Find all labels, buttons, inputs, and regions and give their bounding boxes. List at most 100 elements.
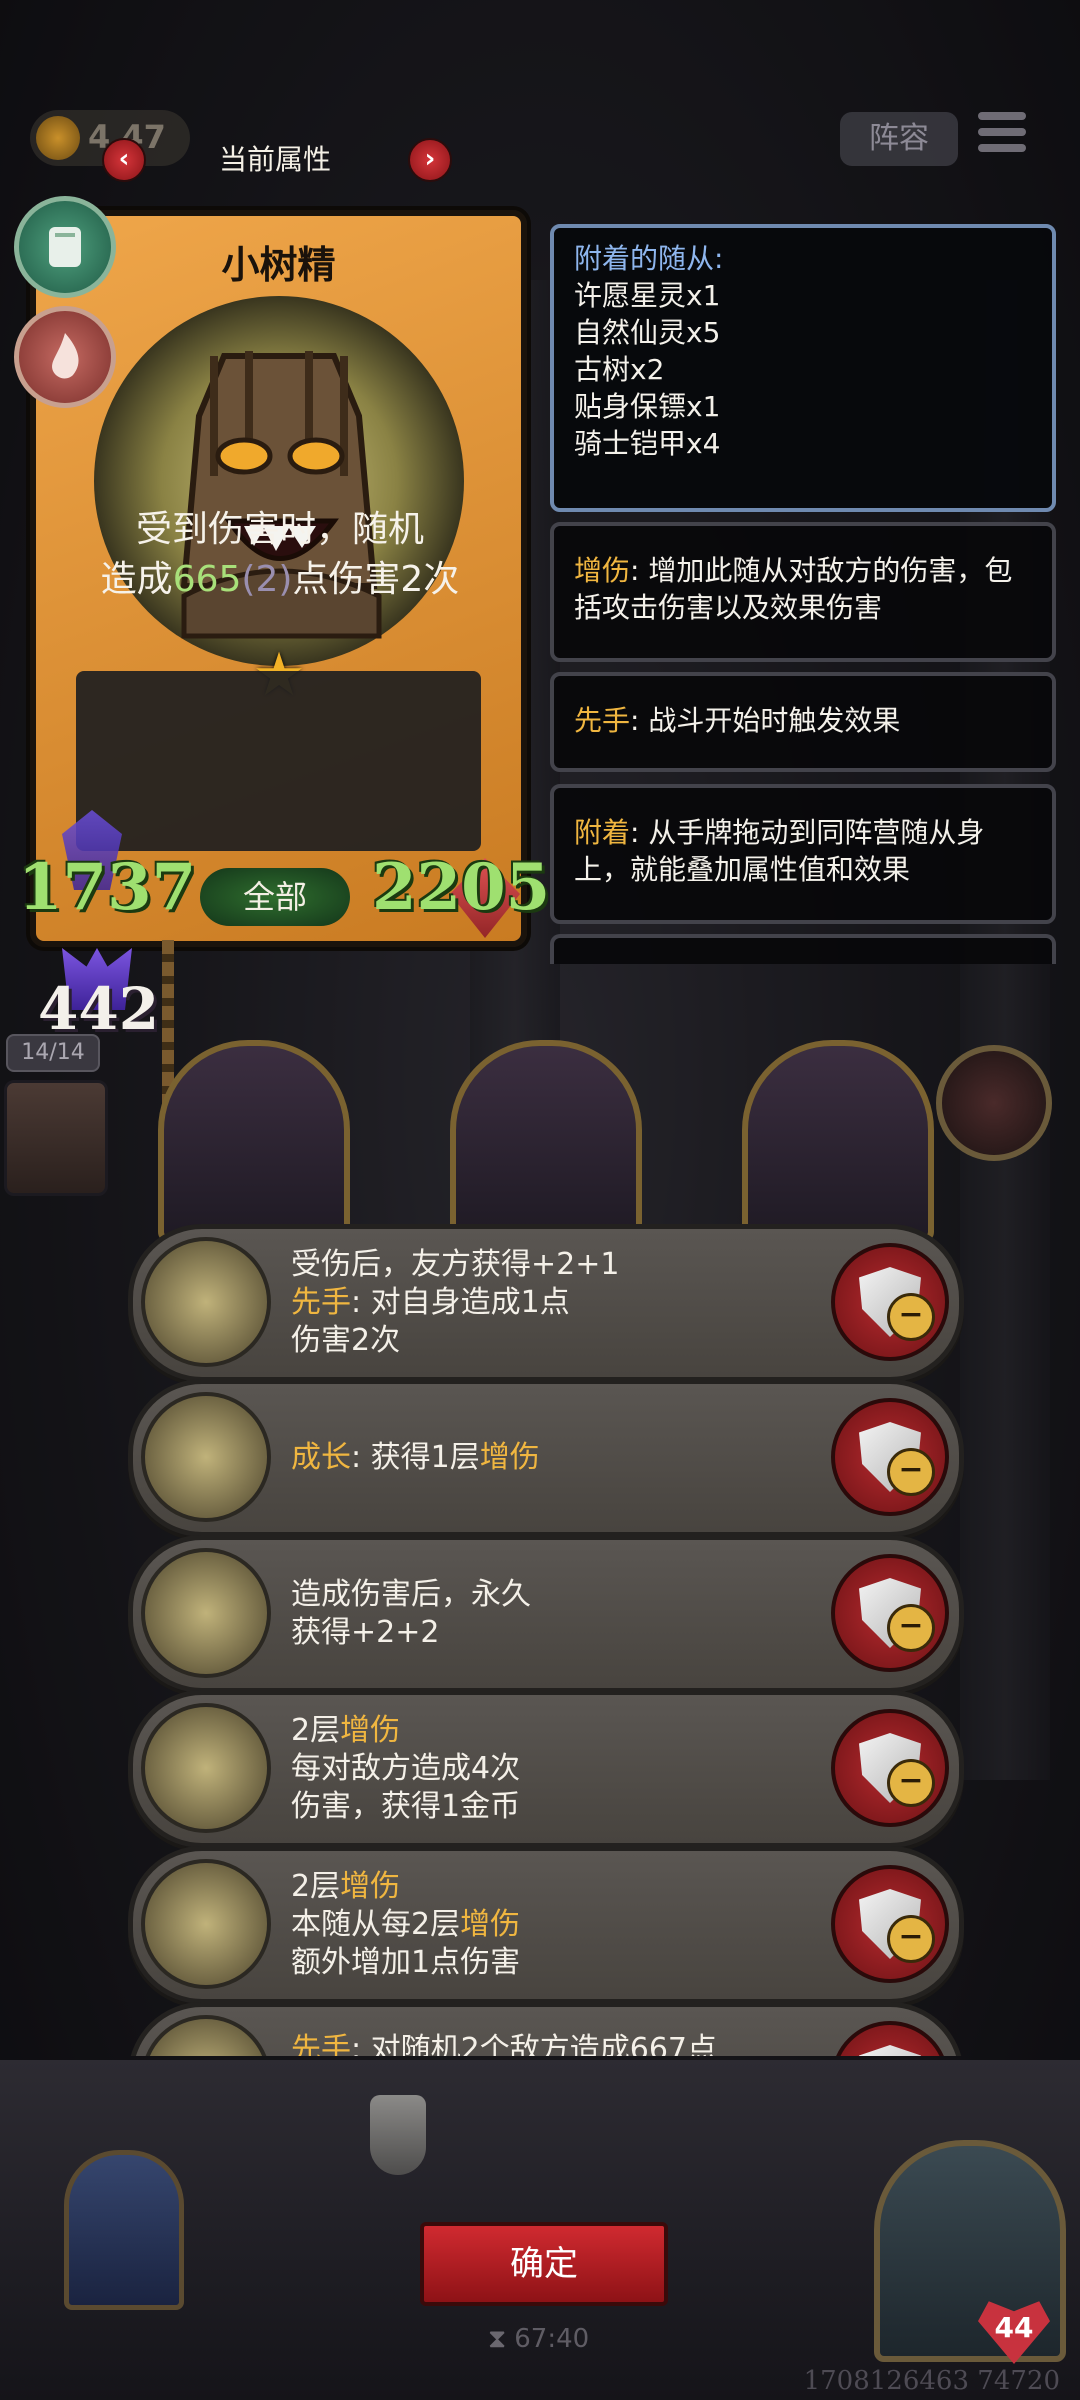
remove-button[interactable]: − [831, 1865, 949, 1983]
skill-row[interactable]: 受伤后，友方获得+2+1 先手: 对自身造成1点 伤害2次 − [128, 1224, 964, 1382]
remove-button[interactable]: − [831, 1709, 949, 1827]
minus-icon: − [887, 1759, 935, 1807]
spirit-icon [141, 1548, 271, 1678]
keyword-attach-text: : 从手牌拖动到同阵营随从身上，就能叠加属性值和效果 [574, 816, 985, 886]
remove-button[interactable]: − [831, 1554, 949, 1672]
coin-icon [36, 116, 80, 160]
skill-line: 成长: 获得1层增伤 [291, 1439, 540, 1477]
prev-attr-button[interactable]: ‹ [102, 138, 146, 182]
skill-line: 受伤后，友方获得+2+1 [291, 1247, 620, 1282]
skill-line: 额外增加1点伤害 [291, 1945, 521, 1980]
skill-row[interactable]: 造成伤害后，永久 获得+2+2 − [128, 1535, 964, 1693]
remove-button[interactable]: − [831, 2021, 949, 2056]
keyword-first-text: : 战斗开始时触发效果 [630, 704, 901, 737]
keyword-damage: 增伤 [574, 554, 631, 587]
skill-keyword: 先手 [291, 2032, 351, 2056]
skill-keyword: 增伤 [340, 1713, 401, 1748]
minus-icon: − [887, 1604, 935, 1652]
skill-text: : 对随机2个敌方造成667 [351, 2032, 687, 2056]
skill-row[interactable]: 成长: 获得1层增伤 − [128, 1379, 964, 1537]
flame-icon[interactable] [14, 306, 116, 408]
skill-keyword: 增伤 [340, 1869, 401, 1904]
cloak-icon [141, 1237, 271, 1367]
attached-item: 古树x2 [574, 353, 665, 386]
keyword-damage-text: : 增加此随从对敌方的伤害，包括攻击伤害以及效果伤害 [574, 554, 1013, 624]
round-timer: ⧗ 67:40 [488, 2324, 589, 2355]
next-attr-button[interactable]: › [408, 138, 452, 182]
hero-portrait[interactable] [450, 1040, 642, 1242]
minus-icon: − [887, 1293, 935, 1341]
keyword-panel-first: 先手: 战斗开始时触发效果 [550, 672, 1056, 772]
skill-list: 受伤后，友方获得+2+1 先手: 对自身造成1点 伤害2次 − 成长: 获得1层… [0, 1224, 1080, 2056]
lineup-button[interactable]: 阵容 [840, 112, 958, 166]
attached-header: 附着的随从: [574, 242, 724, 275]
skill-text: : 对自身造成1点 [351, 1285, 570, 1320]
skill-line: 2层增伤 [291, 1868, 520, 1906]
orb-icon [141, 2015, 271, 2056]
relic-icon[interactable] [936, 1045, 1052, 1161]
attached-item: 许愿星灵x1 [574, 279, 721, 312]
attached-item: 自然仙灵x5 [574, 316, 721, 349]
skill-line: 获得+2+2 [291, 1615, 440, 1650]
scope-filter[interactable]: 全部 [200, 868, 350, 926]
attr-title: 当前属性 [218, 143, 331, 176]
desc-line-1: 受到伤害时，随机 [135, 509, 424, 550]
attack-value: 1737 [18, 850, 197, 925]
skill-text: 2层 [291, 1713, 341, 1748]
session-id: 1708126463 74720 [803, 2366, 1060, 2396]
skill-keyword: 先手 [291, 1285, 351, 1320]
armor-value: 442 [38, 975, 160, 1043]
candle-decoration [370, 2095, 426, 2175]
hourglass-icon: ⧗ [488, 2324, 507, 2354]
attached-item: 骑士铠甲x4 [574, 427, 721, 460]
health-value: 2205 [372, 850, 551, 925]
skill-text: : 获得1层 [351, 1440, 480, 1475]
keyword-panel-more [550, 934, 1056, 964]
menu-icon[interactable] [978, 112, 1026, 162]
count-badge: 14/14 [6, 1034, 100, 1072]
skill-line: 伤害2次 [291, 1323, 401, 1358]
desc-damage: 665 [172, 559, 242, 600]
machine-icon [141, 1703, 271, 1833]
description-box [76, 671, 481, 851]
skill-row[interactable]: 2层增伤 本随从每2层增伤 额外增加1点伤害 − [128, 1846, 964, 2004]
crystal-icon [141, 1392, 271, 1522]
timer-value: 67:40 [514, 2324, 590, 2354]
skill-keyword: 成长 [291, 1440, 351, 1475]
desc-line-2: 造成665(2)点伤害2次 [30, 555, 530, 605]
whip-icon [141, 1859, 271, 1989]
remove-button[interactable]: − [831, 1398, 949, 1516]
attached-item: 贴身保镖x1 [574, 390, 721, 423]
skill-row[interactable]: 先手: 对随机2个敌方造成667点 − [128, 2002, 964, 2056]
skill-line: 先手: 对自身造成1点 [291, 1284, 619, 1322]
confirm-button[interactable]: 确定 [420, 2222, 668, 2306]
skill-line: 本随从每2层增伤 [291, 1906, 520, 1944]
scroll-icon[interactable] [14, 196, 116, 298]
skill-text: 本随从每2层 [291, 1907, 461, 1942]
keyword-panel-attach: 附着: 从手牌拖动到同阵营随从身上，就能叠加属性值和效果 [550, 784, 1056, 924]
hero-portrait[interactable] [158, 1040, 350, 1242]
player-avatar[interactable] [4, 1080, 108, 1196]
minion-portrait [94, 296, 464, 666]
skill-line: 2层增伤 [291, 1712, 520, 1750]
desc-suffix: 点伤害2次 [292, 559, 460, 600]
skill-text: 2层 [291, 1869, 341, 1904]
keyword-panel-damage: 增伤: 增加此随从对敌方的伤害，包括攻击伤害以及效果伤害 [550, 522, 1056, 662]
hero-portrait[interactable] [742, 1040, 934, 1242]
skill-line: 造成伤害后，永久 [291, 1577, 531, 1612]
skill-line: 先手: 对随机2个敌方造成667点 [291, 2031, 717, 2056]
shield-icon [859, 2045, 921, 2056]
skill-line: 每对敌方造成4次 [291, 1751, 521, 1786]
remove-button[interactable]: − [831, 1243, 949, 1361]
skill-row[interactable]: 2层增伤 每对敌方造成4次 伤害，获得1金币 − [128, 1690, 964, 1848]
minus-icon: − [887, 1448, 935, 1496]
skill-keyword: 增伤 [460, 1907, 521, 1942]
desc-paren: (2) [241, 559, 293, 600]
skill-keyword: 增伤 [479, 1440, 540, 1475]
skill-text: 点 [687, 2032, 717, 2056]
minus-icon: − [887, 1915, 935, 1963]
keyword-first: 先手 [574, 704, 631, 737]
deck-portrait[interactable] [64, 2150, 184, 2310]
keyword-attach: 附着 [574, 816, 631, 849]
card-description: 受到伤害时，随机 造成665(2)点伤害2次 [30, 505, 530, 605]
